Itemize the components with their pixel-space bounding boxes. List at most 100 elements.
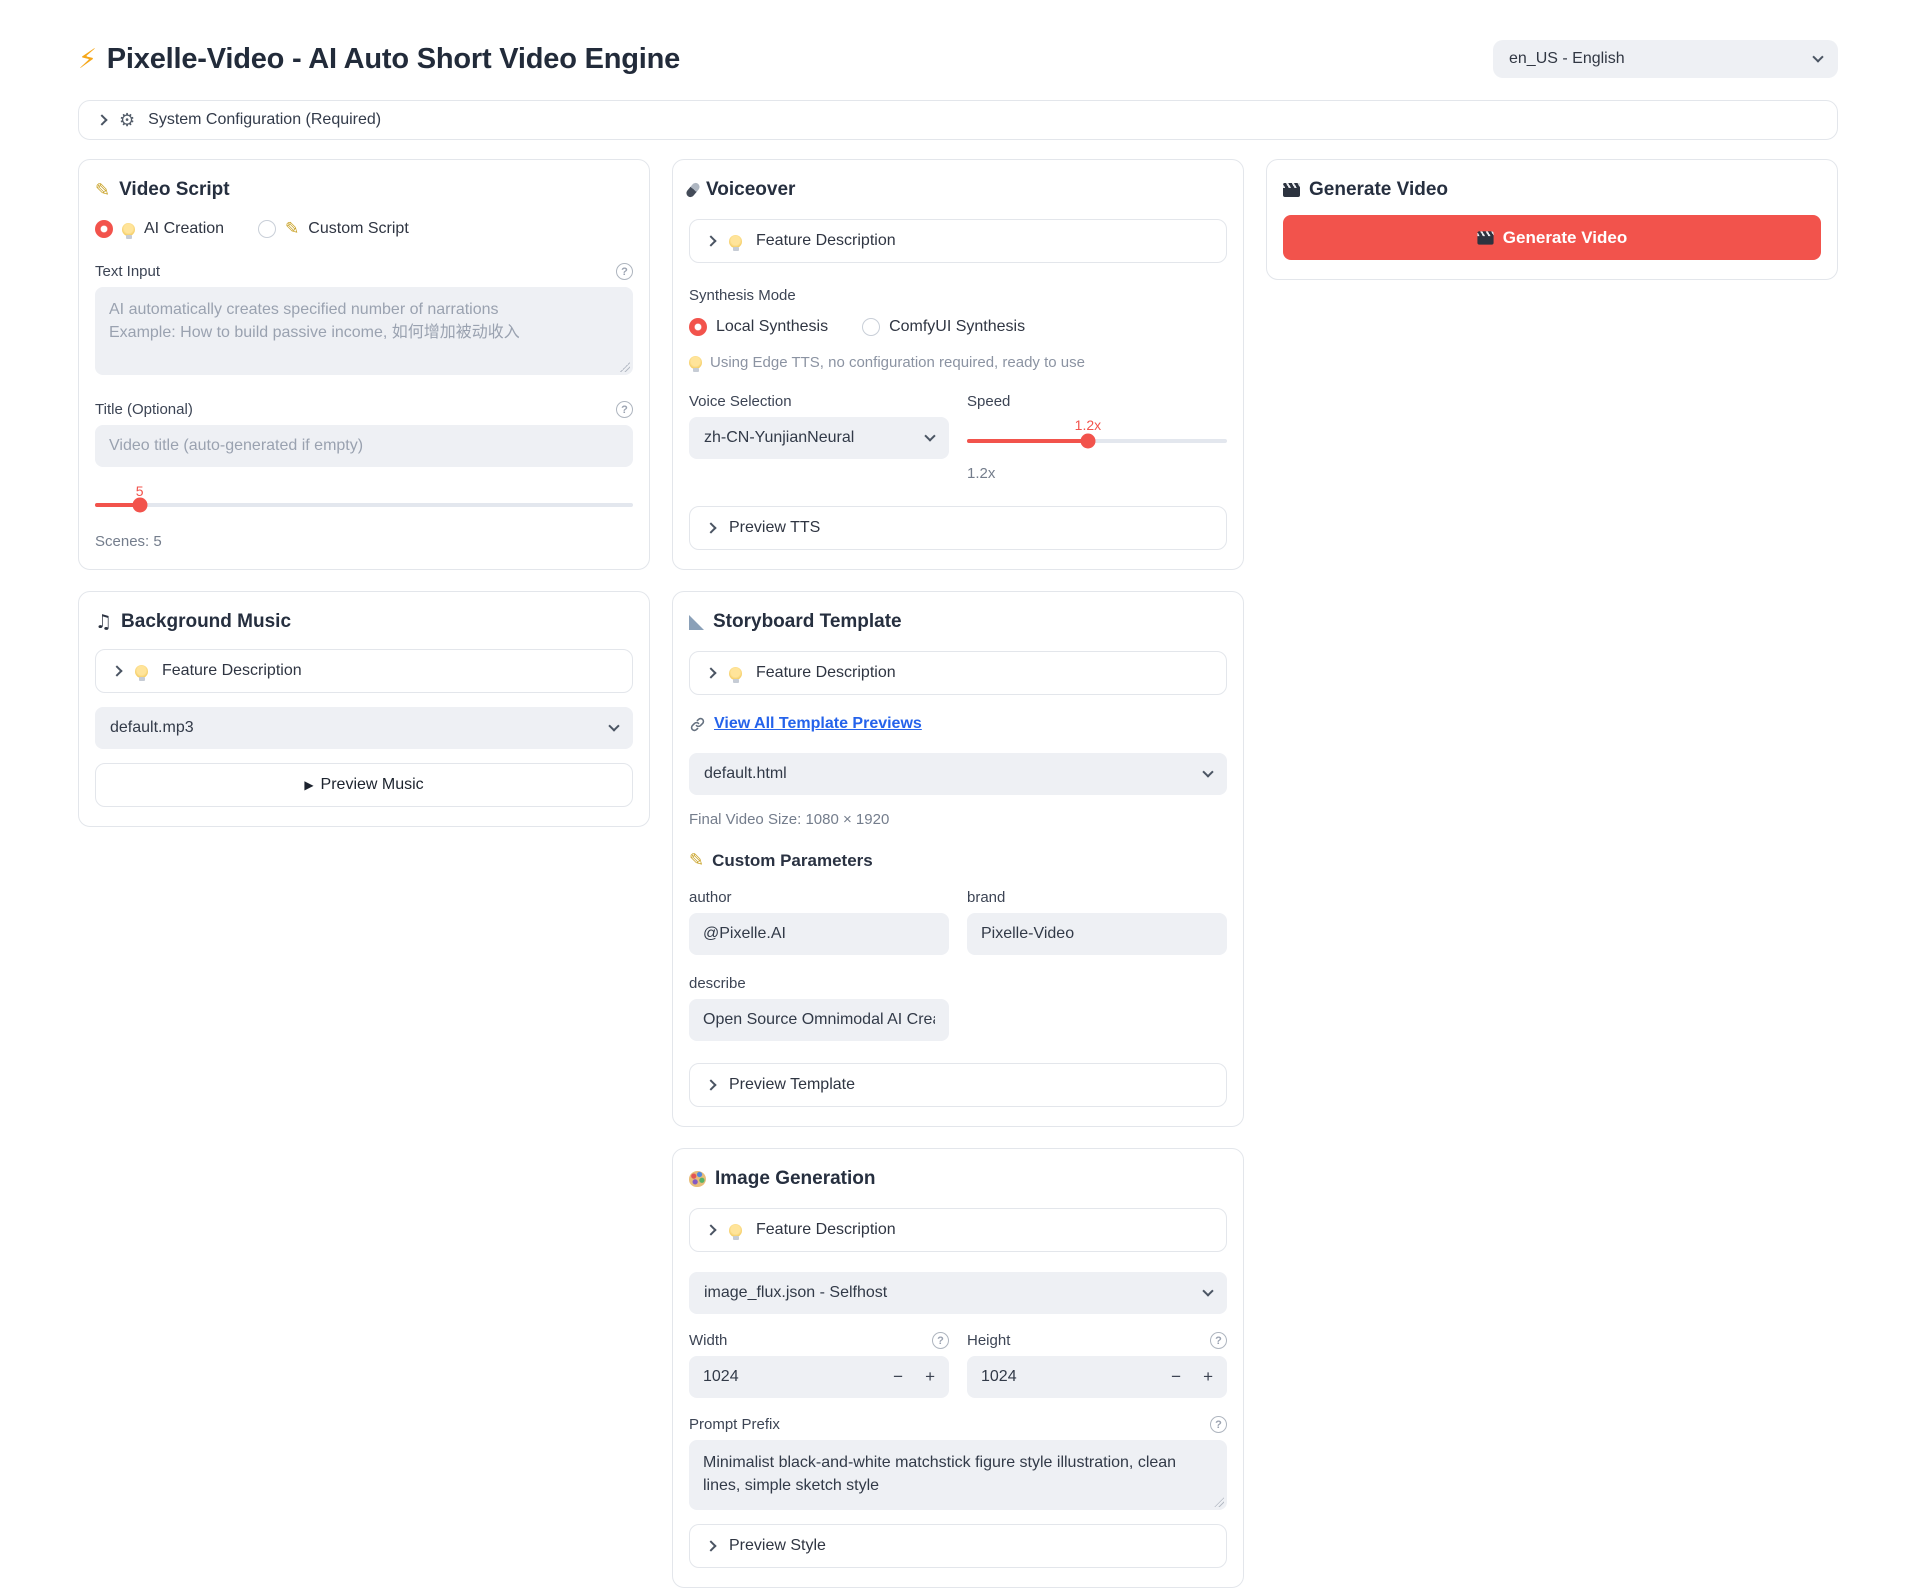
width-increment-button[interactable]: + — [903, 1367, 935, 1387]
scenes-slider-handle[interactable] — [132, 498, 147, 513]
speed-slider-track[interactable] — [967, 439, 1227, 443]
preview-template-accordion[interactable]: Preview Template — [689, 1063, 1227, 1107]
brand-group: brand — [967, 889, 1227, 955]
system-configuration-label: System Configuration (Required) — [148, 111, 381, 129]
page-title: ⚡ Pixelle-Video - AI Auto Short Video En… — [78, 43, 680, 76]
preview-music-button[interactable]: ▶ Preview Music — [95, 763, 633, 807]
preview-template-label: Preview Template — [729, 1076, 855, 1094]
radio-ai-creation-label: AI Creation — [144, 220, 224, 238]
voiceover-feature-description-accordion[interactable]: Feature Description — [689, 219, 1227, 263]
palette-icon — [689, 1171, 706, 1187]
preview-tts-accordion[interactable]: Preview TTS — [689, 506, 1227, 550]
radio-comfyui-synthesis[interactable]: ComfyUI Synthesis — [862, 318, 1025, 336]
radio-custom-script[interactable]: ✎ Custom Script — [258, 219, 409, 239]
workflow-select-value: image_flux.json - Selfhost — [704, 1284, 887, 1302]
storyboard-feature-description-accordion[interactable]: Feature Description — [689, 651, 1227, 695]
system-configuration-accordion[interactable]: ⚙ System Configuration (Required) — [78, 100, 1838, 140]
chevron-down-icon — [1202, 1285, 1213, 1296]
bulb-icon — [135, 665, 148, 678]
view-all-template-previews-link[interactable]: View All Template Previews — [714, 715, 922, 733]
bulb-icon — [122, 223, 135, 236]
scenes-slider[interactable]: 5 — [95, 483, 633, 507]
image-feature-description-accordion[interactable]: Feature Description — [689, 1208, 1227, 1252]
describe-input[interactable] — [689, 999, 949, 1041]
music-feature-description-accordion[interactable]: Feature Description — [95, 649, 633, 693]
help-icon[interactable]: ? — [616, 263, 633, 280]
preview-style-label: Preview Style — [729, 1537, 826, 1555]
edge-tts-hint-text: Using Edge TTS, no configuration require… — [710, 354, 1085, 371]
width-decrement-button[interactable]: − — [871, 1367, 903, 1387]
help-icon[interactable]: ? — [1210, 1416, 1227, 1433]
generate-video-title: Generate Video — [1309, 179, 1448, 201]
brand-input[interactable] — [967, 913, 1227, 955]
height-label: Height — [967, 1332, 1010, 1349]
bulb-icon — [729, 667, 742, 680]
music-select[interactable]: default.mp3 — [95, 707, 633, 749]
speed-slider-handle[interactable] — [1080, 434, 1095, 449]
text-input-placeholder-1: AI automatically creates specified numbe… — [109, 298, 619, 321]
preview-style-accordion[interactable]: Preview Style — [689, 1524, 1227, 1568]
width-height-row: Width ? 1024 − + Height ? — [689, 1332, 1227, 1398]
height-decrement-button[interactable]: − — [1149, 1367, 1181, 1387]
final-video-size: Final Video Size: 1080 × 1920 — [689, 811, 1227, 828]
prompt-prefix-value: Minimalist black-and-white matchstick fi… — [703, 1451, 1213, 1497]
describe-group: describe — [689, 975, 949, 1041]
preview-music-label: Preview Music — [321, 776, 424, 794]
writing-hand-icon: ✎ — [285, 219, 299, 239]
memo-icon: ✎ — [689, 850, 704, 871]
microphone-icon — [685, 181, 701, 198]
chevron-right-icon — [705, 522, 716, 533]
radio-custom-script-label: Custom Script — [308, 220, 408, 238]
bulb-icon — [689, 356, 702, 369]
video-title-input[interactable] — [95, 425, 633, 467]
text-input-textarea[interactable]: AI automatically creates specified numbe… — [95, 287, 633, 375]
height-increment-button[interactable]: + — [1181, 1367, 1213, 1387]
author-input[interactable] — [689, 913, 949, 955]
voice-selection-label: Voice Selection — [689, 393, 792, 410]
clapper-icon — [1477, 231, 1493, 244]
preview-tts-label: Preview TTS — [729, 519, 820, 537]
radio-unselected-icon — [258, 220, 276, 238]
storyboard-feature-description-label: Feature Description — [756, 664, 896, 682]
chevron-right-icon — [705, 1224, 716, 1235]
generate-video-card: Generate Video Generate Video — [1266, 159, 1838, 280]
voiceover-feature-description-label: Feature Description — [756, 232, 896, 250]
help-icon[interactable]: ? — [932, 1332, 949, 1349]
radio-local-synthesis[interactable]: Local Synthesis — [689, 318, 828, 336]
generate-video-button[interactable]: Generate Video — [1283, 215, 1821, 260]
workflow-select[interactable]: image_flux.json - Selfhost — [689, 1272, 1227, 1314]
language-select[interactable]: en_US - English — [1493, 40, 1838, 78]
chevron-down-icon — [608, 720, 619, 731]
prompt-prefix-textarea[interactable]: Minimalist black-and-white matchstick fi… — [689, 1440, 1227, 1510]
storyboard-title: Storyboard Template — [713, 611, 902, 633]
height-stepper[interactable]: 1024 − + — [967, 1356, 1227, 1398]
width-group: Width ? 1024 − + — [689, 1332, 949, 1398]
scenes-slider-track[interactable] — [95, 503, 633, 507]
help-icon[interactable]: ? — [616, 401, 633, 418]
music-select-value: default.mp3 — [110, 719, 194, 737]
custom-parameters-title: Custom Parameters — [712, 851, 873, 871]
speed-slider-fill — [967, 439, 1088, 443]
speed-label: Speed — [967, 393, 1010, 410]
chevron-down-icon — [924, 430, 935, 441]
voice-select[interactable]: zh-CN-YunjianNeural — [689, 417, 949, 459]
width-stepper[interactable]: 1024 − + — [689, 1356, 949, 1398]
voice-selection-group: Voice Selection zh-CN-YunjianNeural — [689, 393, 949, 482]
speed-slider[interactable]: 1.2x — [967, 417, 1227, 443]
lightning-icon: ⚡ — [78, 44, 97, 75]
height-value: 1024 — [981, 1368, 1149, 1386]
text-input-placeholder-2: Example: How to build passive income, 如何… — [109, 321, 619, 344]
edge-tts-hint: Using Edge TTS, no configuration require… — [689, 354, 1227, 371]
scenes-caption: Scenes: 5 — [95, 533, 633, 550]
radio-selected-icon — [95, 220, 113, 238]
template-select[interactable]: default.html — [689, 753, 1227, 795]
radio-selected-icon — [689, 318, 707, 336]
language-select-value: en_US - English — [1509, 50, 1625, 68]
generate-video-button-label: Generate Video — [1503, 228, 1627, 248]
chevron-down-icon — [1202, 766, 1213, 777]
synthesis-mode-label: Synthesis Mode — [689, 287, 796, 304]
radio-ai-creation[interactable]: AI Creation — [95, 220, 224, 238]
memo-icon: ✎ — [95, 180, 110, 201]
gear-icon: ⚙ — [119, 110, 135, 131]
help-icon[interactable]: ? — [1210, 1332, 1227, 1349]
